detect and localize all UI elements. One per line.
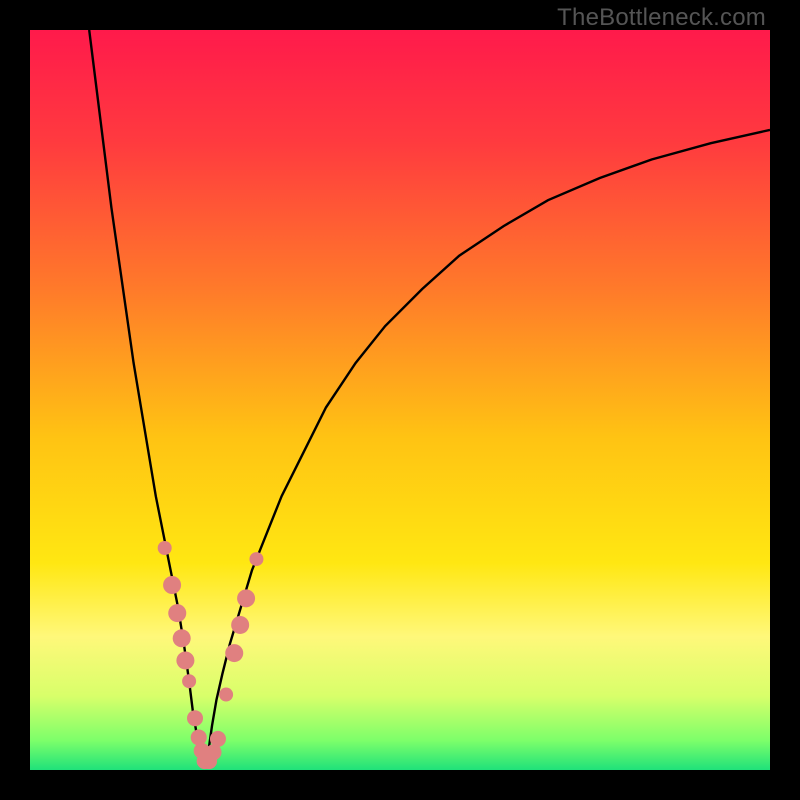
marker-dot [249,552,263,566]
marker-dot [187,710,203,726]
bottleneck-chart [30,30,770,770]
watermark-text: TheBottleneck.com [557,4,766,32]
marker-dot [176,651,194,669]
chart-background [30,30,770,770]
marker-dot [182,674,196,688]
marker-dot [163,576,181,594]
marker-dot [210,731,226,747]
marker-dot [173,629,191,647]
marker-dot [237,589,255,607]
marker-dot [158,541,172,555]
marker-dot [225,644,243,662]
marker-dot [219,688,233,702]
chart-frame [30,30,770,770]
marker-dot [168,604,186,622]
marker-dot [191,729,207,745]
marker-dot [231,616,249,634]
